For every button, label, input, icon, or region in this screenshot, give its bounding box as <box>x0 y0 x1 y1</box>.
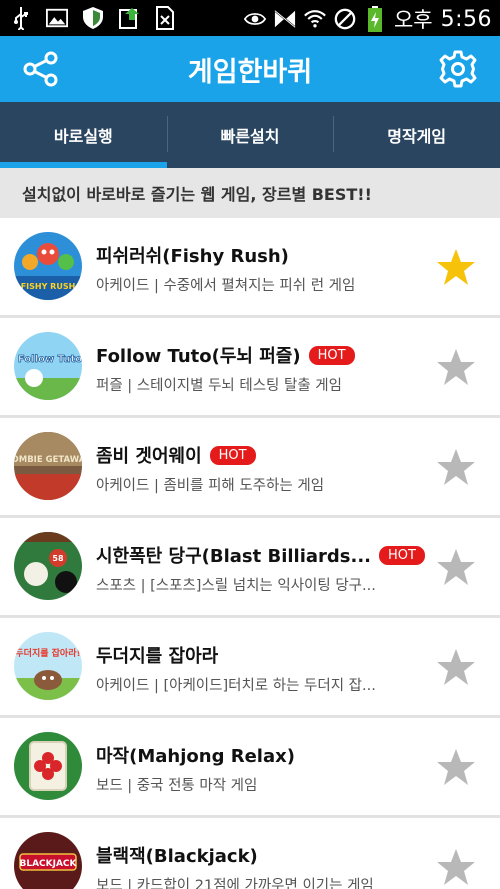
star-icon[interactable] <box>436 448 476 486</box>
game-description: 보드 | 중국 전통 마작 게임 <box>96 778 258 794</box>
game-title: 블랙잭(Blackjack) <box>96 842 258 868</box>
thumb-text: 58 <box>52 554 64 563</box>
game-thumbnail: 두더지를 잡아라! <box>14 632 82 700</box>
clock-time: 5:56 <box>440 6 492 32</box>
game-title: 마작(Mahjong Relax) <box>96 742 295 768</box>
game-description: 아케이드 | 수중에서 펼쳐지는 피쉬 런 게임 <box>96 278 356 294</box>
hot-badge: HOT <box>308 345 355 365</box>
thumb-text: BLACKJACK <box>19 859 77 869</box>
blocked-file-icon <box>154 6 176 30</box>
battery-charging-icon <box>364 6 386 32</box>
thumb-text: Follow Tuto <box>18 354 82 365</box>
game-title: 좀비 겟어웨이 HOT <box>96 442 256 468</box>
clock-ampm: 오후 <box>393 8 433 32</box>
thumb-text: 두더지를 잡아라! <box>15 647 80 659</box>
image-icon <box>46 6 68 30</box>
star-icon[interactable] <box>436 648 476 686</box>
star-icon[interactable] <box>436 748 476 786</box>
thumb-text: FISHY RUSH <box>21 282 76 291</box>
thumb-text: ZOMBIE GETAWAY <box>14 455 82 465</box>
shield-icon <box>82 6 104 30</box>
game-description: 스포츠 | [스포츠]스릴 넘치는 익사이팅 당구... <box>96 578 376 594</box>
game-title-text: 마작(Mahjong Relax) <box>96 746 295 767</box>
tab-quick-install[interactable]: 빠른설치 <box>166 102 334 168</box>
status-bar: 오후 5:56 <box>0 0 500 36</box>
wifi-icon <box>304 7 326 31</box>
list-item[interactable]: 두더지를 잡아라! 두더지를 잡아라 아케이드 | [아케이드]터치로 하는 두… <box>0 618 500 718</box>
star-icon[interactable] <box>436 848 476 886</box>
game-thumbnail: Follow Tuto <box>14 332 82 400</box>
hot-badge: HOT <box>209 445 256 465</box>
game-thumbnail: 58 <box>14 532 82 600</box>
hot-badge: HOT <box>379 545 425 565</box>
app-bar: 게임한바퀴 <box>0 36 500 102</box>
game-title: 시한폭탄 당구(Blast Billiards... HOT <box>96 542 425 568</box>
list-item[interactable]: 58 시한폭탄 당구(Blast Billiards... HOT 스포츠 | [… <box>0 518 500 618</box>
star-icon[interactable] <box>436 548 476 586</box>
eye-icon <box>243 7 266 31</box>
gear-icon[interactable] <box>438 49 478 89</box>
game-title: 피쉬러쉬(Fishy Rush) <box>96 242 289 268</box>
game-title: 두더지를 잡아라 <box>96 642 218 668</box>
game-list: FISHY RUSH 피쉬러쉬(Fishy Rush) 아케이드 | 수중에서 … <box>0 218 500 889</box>
game-description: 퍼즐 | 스테이지별 두뇌 테스팅 탈출 게임 <box>96 378 342 394</box>
game-thumbnail: ZOMBIE GETAWAY <box>14 432 82 500</box>
list-item[interactable]: FISHY RUSH 피쉬러쉬(Fishy Rush) 아케이드 | 수중에서 … <box>0 218 500 318</box>
game-title: Follow Tuto(두뇌 퍼즐) HOT <box>96 342 355 368</box>
game-title-text: 두더지를 잡아라 <box>96 646 219 667</box>
star-icon-filled[interactable] <box>436 248 476 286</box>
usb-icon <box>10 6 32 30</box>
game-title-text: 피쉬러쉬(Fishy Rush) <box>96 246 289 267</box>
download-update-icon <box>118 6 140 30</box>
tab-instant-play[interactable]: 바로실행 <box>0 102 167 168</box>
game-title-text: Follow Tuto(두뇌 퍼즐) <box>96 346 301 367</box>
section-banner: 설치없이 바로바로 즐기는 웹 게임, 장르별 BEST!! <box>0 168 500 218</box>
game-thumbnail: FISHY RUSH <box>14 232 82 300</box>
no-signal-icon <box>334 7 356 31</box>
tab-bar: 바로실행 빠른설치 명작게임 <box>0 102 500 168</box>
star-icon[interactable] <box>436 348 476 386</box>
tab-masterpiece-games[interactable]: 명작게임 <box>333 102 500 168</box>
game-description: 아케이드 | 좀비를 피해 도주하는 게임 <box>96 478 325 494</box>
list-item[interactable]: BLACKJACK 블랙잭(Blackjack) 보드 | 카드합이 21점에 … <box>0 818 500 889</box>
nfc-mute-icon <box>274 7 296 31</box>
app-title: 게임한바퀴 <box>187 57 313 88</box>
list-item[interactable]: ZOMBIE GETAWAY 좀비 겟어웨이 HOT 아케이드 | 좀비를 피해 … <box>0 418 500 518</box>
list-item[interactable]: 마작(Mahjong Relax) 보드 | 중국 전통 마작 게임 <box>0 718 500 818</box>
game-title-text: 블랙잭(Blackjack) <box>96 846 258 867</box>
game-description: 보드 | 카드합이 21점에 가까우면 이기는 게임 <box>96 878 374 889</box>
game-thumbnail <box>14 732 82 800</box>
game-thumbnail: BLACKJACK <box>14 832 82 889</box>
game-title-text: 시한폭탄 당구(Blast Billiards... <box>96 546 372 567</box>
game-title-text: 좀비 겟어웨이 <box>96 446 202 467</box>
game-description: 아케이드 | [아케이드]터치로 하는 두더지 잡... <box>96 678 376 694</box>
list-item[interactable]: Follow Tuto Follow Tuto(두뇌 퍼즐) HOT 퍼즐 | 스… <box>0 318 500 418</box>
